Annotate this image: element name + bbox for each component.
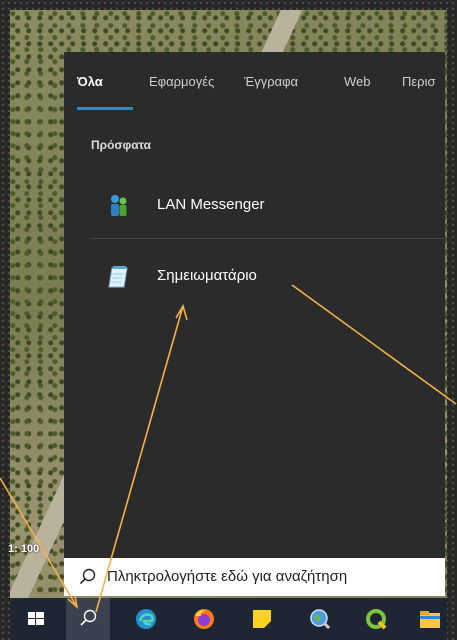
map-scale-label: 1: 100 xyxy=(8,543,40,555)
taskbar-firefox[interactable] xyxy=(182,598,226,640)
taskbar-search-globe[interactable] xyxy=(298,598,342,640)
search-panel: Όλα Εφαρμογές Έγγραφα Web Περισ Πρόσφατα… xyxy=(64,52,445,570)
lan-messenger-icon xyxy=(106,194,130,218)
notepad-icon xyxy=(106,265,130,289)
search-placeholder: Πληκτρολογήστε εδώ για αναζήτηση xyxy=(107,568,348,585)
recent-item-label: Σημειωματάριο xyxy=(157,267,257,284)
search-tabs: Όλα Εφαρμογές Έγγραφα Web Περισ xyxy=(64,52,445,110)
taskbar-search-button[interactable] xyxy=(66,598,110,640)
taskbar xyxy=(10,598,447,640)
start-button[interactable] xyxy=(14,598,58,640)
tab-all[interactable]: Όλα xyxy=(77,74,103,89)
recent-item-lan-messenger[interactable]: LAN Messenger xyxy=(91,179,445,233)
taskbar-search-box[interactable]: Πληκτρολογήστε εδώ για αναζήτηση xyxy=(64,558,445,596)
recent-section-title: Πρόσφατα xyxy=(91,138,151,152)
divider xyxy=(91,238,445,239)
tab-more[interactable]: Περισ xyxy=(402,74,436,89)
taskbar-file-explorer[interactable] xyxy=(408,598,452,640)
search-icon xyxy=(78,567,98,587)
active-tab-indicator xyxy=(77,107,133,110)
recent-item-label: LAN Messenger xyxy=(157,196,265,213)
taskbar-sticky-notes[interactable] xyxy=(240,598,284,640)
taskbar-edge[interactable] xyxy=(124,598,168,640)
tab-web[interactable]: Web xyxy=(344,74,371,89)
recent-item-notepad[interactable]: Σημειωματάριο xyxy=(91,250,445,304)
tab-apps[interactable]: Εφαρμογές xyxy=(149,74,214,89)
taskbar-qgis[interactable] xyxy=(354,598,398,640)
tab-documents[interactable]: Έγγραφα xyxy=(244,74,298,89)
